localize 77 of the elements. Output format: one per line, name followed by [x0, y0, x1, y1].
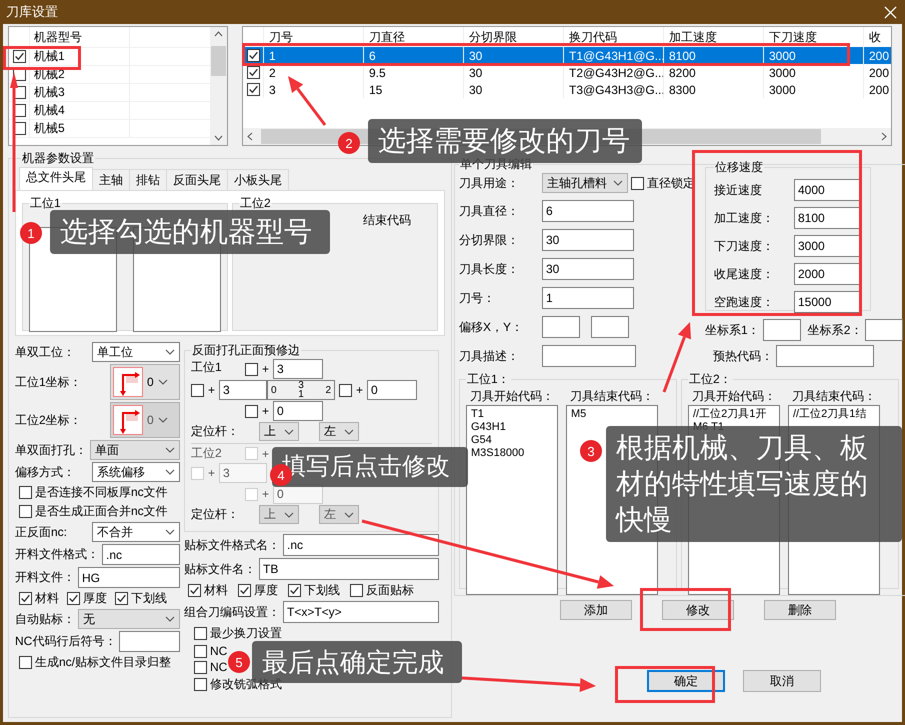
field-label: 预热代码：	[713, 348, 773, 364]
field-label: 下刀速度：	[714, 238, 774, 254]
field-label: 开料文件格式：	[15, 546, 99, 563]
plus-sign: +	[262, 446, 270, 460]
group-title: 工位1	[29, 195, 62, 212]
column-header: 机器型号	[30, 27, 130, 47]
field-label: 分切界限：	[459, 232, 520, 248]
table-cell: T1@G43H1@G...	[563, 47, 663, 64]
table-cell: 1	[263, 47, 363, 64]
field-label: 坐标系2：	[808, 322, 862, 338]
field-label: 刀具用途：	[459, 174, 520, 192]
field-label: 刀具结束代码：	[570, 388, 654, 405]
table-cell: 8200	[663, 64, 763, 81]
table-cell: 9.5	[363, 64, 463, 81]
window-title: 刀库设置	[6, 3, 58, 21]
field-label: 刀具描述：	[459, 348, 520, 364]
table-cell: 30	[463, 47, 563, 64]
callout-text: 选择勾选的机器型号	[60, 215, 313, 249]
field-label: 收尾速度：	[714, 266, 774, 282]
field-label: 贴标文件格式名：	[184, 536, 280, 554]
field-label: 工位2坐标：	[15, 412, 82, 428]
field-label: 刀号：	[459, 290, 496, 306]
field-label: 组合刀编码设置：	[184, 604, 280, 620]
group-title: 工位2	[239, 195, 272, 212]
group-title: 工位1：	[466, 371, 511, 388]
edge-diagram: 0 3 1 2	[267, 380, 335, 400]
field-label: 接近速度	[714, 182, 762, 198]
table-cell: 200	[863, 47, 891, 64]
plus-sign: +	[356, 383, 364, 397]
table-cell: 15	[363, 81, 463, 98]
field-label: 正反面nc:	[15, 524, 68, 540]
plus-sign: +	[262, 362, 270, 376]
field-label: 刀具直径：	[459, 202, 520, 220]
table-cell: 200	[863, 64, 891, 81]
field-label: 坐标系1：	[705, 322, 760, 338]
table-cell: 8100	[663, 47, 763, 64]
plus-sign: +	[208, 383, 216, 397]
station-label: 工位2	[191, 445, 222, 462]
callout-text: 最后点确定完成	[262, 646, 445, 678]
table-cell: 8300	[663, 81, 763, 98]
group-title: 位移速度	[714, 159, 764, 176]
field-label: 刀具开始代码：	[470, 388, 554, 405]
group-title: 反面打孔正面预修边	[191, 342, 301, 359]
table-cell: 30	[463, 81, 563, 98]
plus-sign: +	[262, 487, 270, 501]
field-label: 刀具开始代码：	[692, 388, 776, 405]
field-label: 自动贴标：	[15, 610, 75, 628]
field-label: 结束代码	[363, 212, 411, 229]
table-cell: 30	[463, 64, 563, 81]
callout-text: 根据机械、刀具、板材的特性填写速度的快慢	[616, 431, 869, 537]
field-label: 空跑速度：	[714, 294, 774, 310]
field-label: 偏移X，Y：	[459, 318, 524, 336]
table-cell: 3000	[763, 64, 863, 81]
field-label: 定位杆：	[191, 506, 239, 523]
table-cell: T3@G43H3@G...	[563, 81, 663, 98]
field-label: 刀具长度：	[459, 260, 520, 278]
station-label: 工位1	[191, 359, 222, 376]
field-label: 单双工位：	[15, 344, 75, 360]
plus-sign: +	[208, 466, 216, 480]
callout-text: 选择需要修改的刀号	[378, 124, 631, 158]
field-label: 工位1坐标：	[15, 374, 82, 390]
field-label: 贴标文件名：	[184, 560, 256, 578]
table-cell: 3000	[763, 81, 863, 98]
field-label: 刀具结束代码：	[792, 388, 876, 405]
group-title: 机器参数设置	[21, 150, 95, 167]
field-label: 偏移方式：	[15, 464, 75, 480]
field-label: 单双面打孔：	[15, 442, 87, 458]
field-label: 加工速度：	[714, 210, 774, 226]
table-cell: T2@G43H2@G...	[563, 64, 663, 81]
field-label: 定位杆：	[191, 423, 239, 440]
table-cell: 6	[363, 47, 463, 64]
field-label: 开料文件：	[15, 569, 75, 586]
table-cell: 3000	[763, 47, 863, 64]
group-title: 工位2：	[688, 371, 733, 388]
plus-sign: +	[262, 404, 270, 418]
field-label: NC代码行后符号：	[15, 633, 116, 650]
table-cell: 200	[863, 81, 891, 98]
